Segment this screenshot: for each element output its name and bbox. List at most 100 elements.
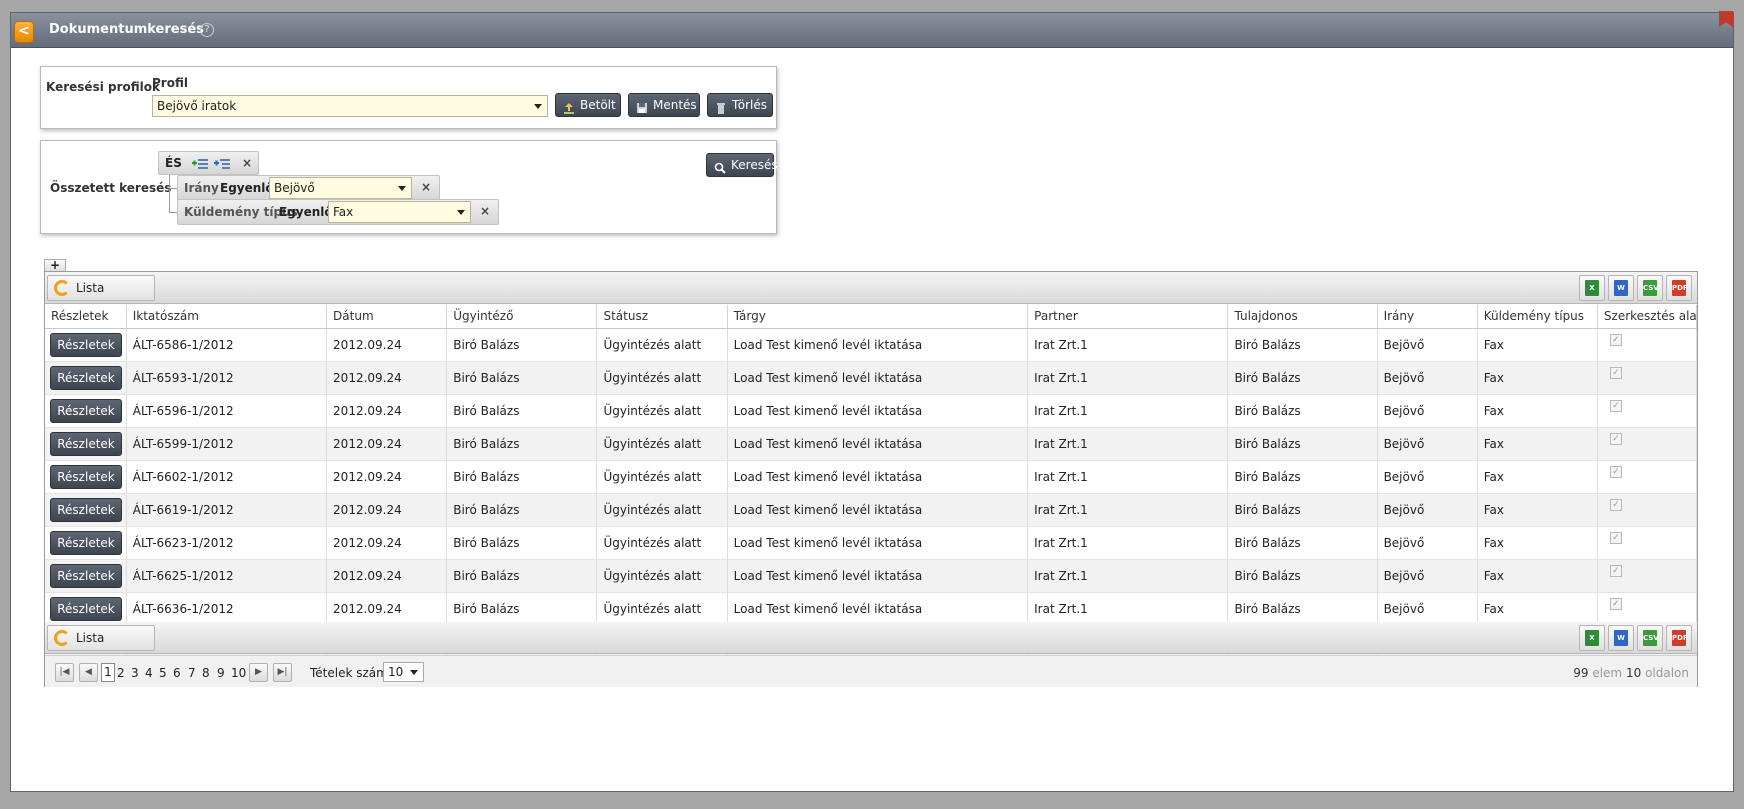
- column-header[interactable]: Tulajdonos: [1227, 305, 1378, 329]
- remove-condition-icon[interactable]: ×: [480, 204, 490, 218]
- bookmark-ribbon-icon[interactable]: [1719, 11, 1733, 27]
- load-button[interactable]: Betölt: [555, 93, 621, 117]
- remove-condition-icon[interactable]: ×: [421, 180, 431, 194]
- pdf-export-button[interactable]: PDF: [1666, 275, 1692, 301]
- page-number[interactable]: 10: [231, 666, 246, 680]
- refresh-list-button[interactable]: Lista frissítése: [47, 275, 155, 319]
- prev-page-button[interactable]: ◀: [79, 663, 98, 682]
- page-number[interactable]: 6: [173, 666, 181, 680]
- type-cell: Fax: [1477, 526, 1598, 560]
- column-header[interactable]: Szerkesztés alatt: [1597, 305, 1698, 329]
- column-header[interactable]: Tárgy: [727, 305, 1029, 329]
- status-cell: Ügyintézés alatt: [596, 592, 728, 626]
- details-button[interactable]: Részletek: [50, 398, 122, 423]
- page-number[interactable]: 7: [188, 666, 196, 680]
- profile-select-value: Bejövő iratok: [157, 99, 237, 113]
- column-header[interactable]: Ügyintéző: [446, 305, 598, 329]
- details-button[interactable]: Részletek: [50, 332, 122, 357]
- page-number[interactable]: 9: [217, 666, 225, 680]
- officer-cell: Biró Balázs: [446, 592, 598, 626]
- column-header[interactable]: Irány: [1377, 305, 1478, 329]
- condition-value-select[interactable]: Bejövő: [269, 177, 412, 199]
- csv-export-button[interactable]: CSV: [1637, 625, 1663, 651]
- condition-value-select[interactable]: Fax: [328, 201, 471, 223]
- officer-cell: Biró Balázs: [446, 394, 598, 428]
- excel-export-button[interactable]: X: [1579, 275, 1605, 301]
- back-button[interactable]: <: [14, 21, 34, 43]
- add-condition-icon[interactable]: [192, 157, 208, 172]
- word-export-icon: W: [1614, 630, 1628, 646]
- condition-operator[interactable]: Egyenlő: [279, 205, 333, 219]
- table-row[interactable]: Részletek ÁLT-6586-1/2012 2012.09.24 Biró B…: [45, 328, 1698, 362]
- details-cell: Részletek: [45, 394, 127, 428]
- help-icon[interactable]: ?: [200, 23, 214, 37]
- column-header[interactable]: Részletek: [45, 305, 127, 329]
- condition-operator[interactable]: Egyenlő: [220, 181, 274, 195]
- page-number[interactable]: 5: [159, 666, 167, 680]
- and-operator[interactable]: ÉS: [165, 156, 182, 170]
- excel-export-button[interactable]: X: [1579, 625, 1605, 651]
- table-row[interactable]: Részletek ÁLT-6593-1/2012 2012.09.24 Biró B…: [45, 361, 1698, 395]
- upload-icon: [563, 99, 575, 114]
- doc-number-cell: ÁLT-6625-1/2012: [126, 559, 328, 593]
- search-button[interactable]: Keresés: [706, 153, 778, 177]
- pdf-export-icon: PDF: [1672, 280, 1688, 296]
- profile-select[interactable]: Bejövő iratok: [152, 95, 548, 117]
- page-number[interactable]: 2: [117, 666, 125, 680]
- elem-label: elem: [1592, 666, 1623, 680]
- pdf-export-button[interactable]: PDF: [1666, 625, 1692, 651]
- owner-cell: Biró Balázs: [1227, 427, 1378, 461]
- details-button[interactable]: Részletek: [50, 497, 122, 522]
- details-button[interactable]: Részletek: [50, 563, 122, 588]
- search-profiles-panel: Keresési profilok Profil Bejövő iratok B…: [40, 66, 777, 129]
- date-cell: 2012.09.24: [326, 361, 448, 395]
- table-row[interactable]: Részletek ÁLT-6602-1/2012 2012.09.24 Biró B…: [45, 460, 1698, 494]
- table-row[interactable]: Részletek ÁLT-6599-1/2012 2012.09.24 Biró B…: [45, 427, 1698, 461]
- date-cell: 2012.09.24: [326, 460, 448, 494]
- first-page-button[interactable]: |◀: [55, 663, 74, 682]
- word-export-button[interactable]: W: [1608, 275, 1634, 301]
- next-page-button[interactable]: ▶: [249, 663, 268, 682]
- csv-export-icon: CSV: [1643, 280, 1659, 296]
- column-header[interactable]: Dátum: [326, 305, 448, 329]
- partner-cell: Irat Zrt.1: [1027, 328, 1229, 362]
- page-size-select[interactable]: 10: [383, 662, 424, 682]
- table-row[interactable]: Részletek ÁLT-6623-1/2012 2012.09.24 Biró B…: [45, 526, 1698, 560]
- column-header[interactable]: Küldemény típus: [1477, 305, 1598, 329]
- page-number[interactable]: 1: [101, 663, 115, 682]
- details-button[interactable]: Részletek: [50, 365, 122, 390]
- details-button[interactable]: Részletek: [50, 530, 122, 555]
- page-number[interactable]: 3: [131, 666, 139, 680]
- status-cell: Ügyintézés alatt: [596, 394, 728, 428]
- details-button[interactable]: Részletek: [50, 464, 122, 489]
- tree-connector: [169, 188, 177, 189]
- direction-cell: Bejövő: [1377, 427, 1478, 461]
- table-row[interactable]: Részletek ÁLT-6625-1/2012 2012.09.24 Biró B…: [45, 559, 1698, 593]
- status-cell: Ügyintézés alatt: [596, 427, 728, 461]
- table-row[interactable]: Részletek ÁLT-6636-1/2012 2012.09.24 Biró B…: [45, 592, 1698, 626]
- subject-cell: Load Test kimenő levél iktatása: [727, 592, 1029, 626]
- column-header[interactable]: Iktatószám: [126, 305, 328, 329]
- type-cell: Fax: [1477, 592, 1598, 626]
- details-button[interactable]: Részletek: [50, 431, 122, 456]
- column-header[interactable]: Partner: [1027, 305, 1229, 329]
- refresh-list-button[interactable]: Lista frissítése: [47, 625, 155, 669]
- table-row[interactable]: Részletek ÁLT-6619-1/2012 2012.09.24 Biró B…: [45, 493, 1698, 527]
- add-group-icon[interactable]: [214, 157, 230, 172]
- column-header[interactable]: Státusz: [596, 305, 728, 329]
- owner-cell: Biró Balázs: [1227, 328, 1378, 362]
- owner-cell: Biró Balázs: [1227, 592, 1378, 626]
- remove-group-icon[interactable]: ×: [242, 156, 252, 170]
- save-button[interactable]: Mentés: [628, 93, 700, 117]
- csv-export-button[interactable]: CSV: [1637, 275, 1663, 301]
- page-number[interactable]: 8: [202, 666, 210, 680]
- page-number[interactable]: 4: [145, 666, 153, 680]
- word-export-button[interactable]: W: [1608, 625, 1634, 651]
- load-button-label: Betölt: [580, 98, 616, 112]
- status-cell: Ügyintézés alatt: [596, 361, 728, 395]
- last-page-button[interactable]: ▶|: [273, 663, 292, 682]
- delete-button[interactable]: Törlés: [707, 93, 773, 117]
- details-button[interactable]: Részletek: [50, 596, 122, 621]
- condition-value: Bejövő: [274, 181, 315, 195]
- table-row[interactable]: Részletek ÁLT-6596-1/2012 2012.09.24 Biró B…: [45, 394, 1698, 428]
